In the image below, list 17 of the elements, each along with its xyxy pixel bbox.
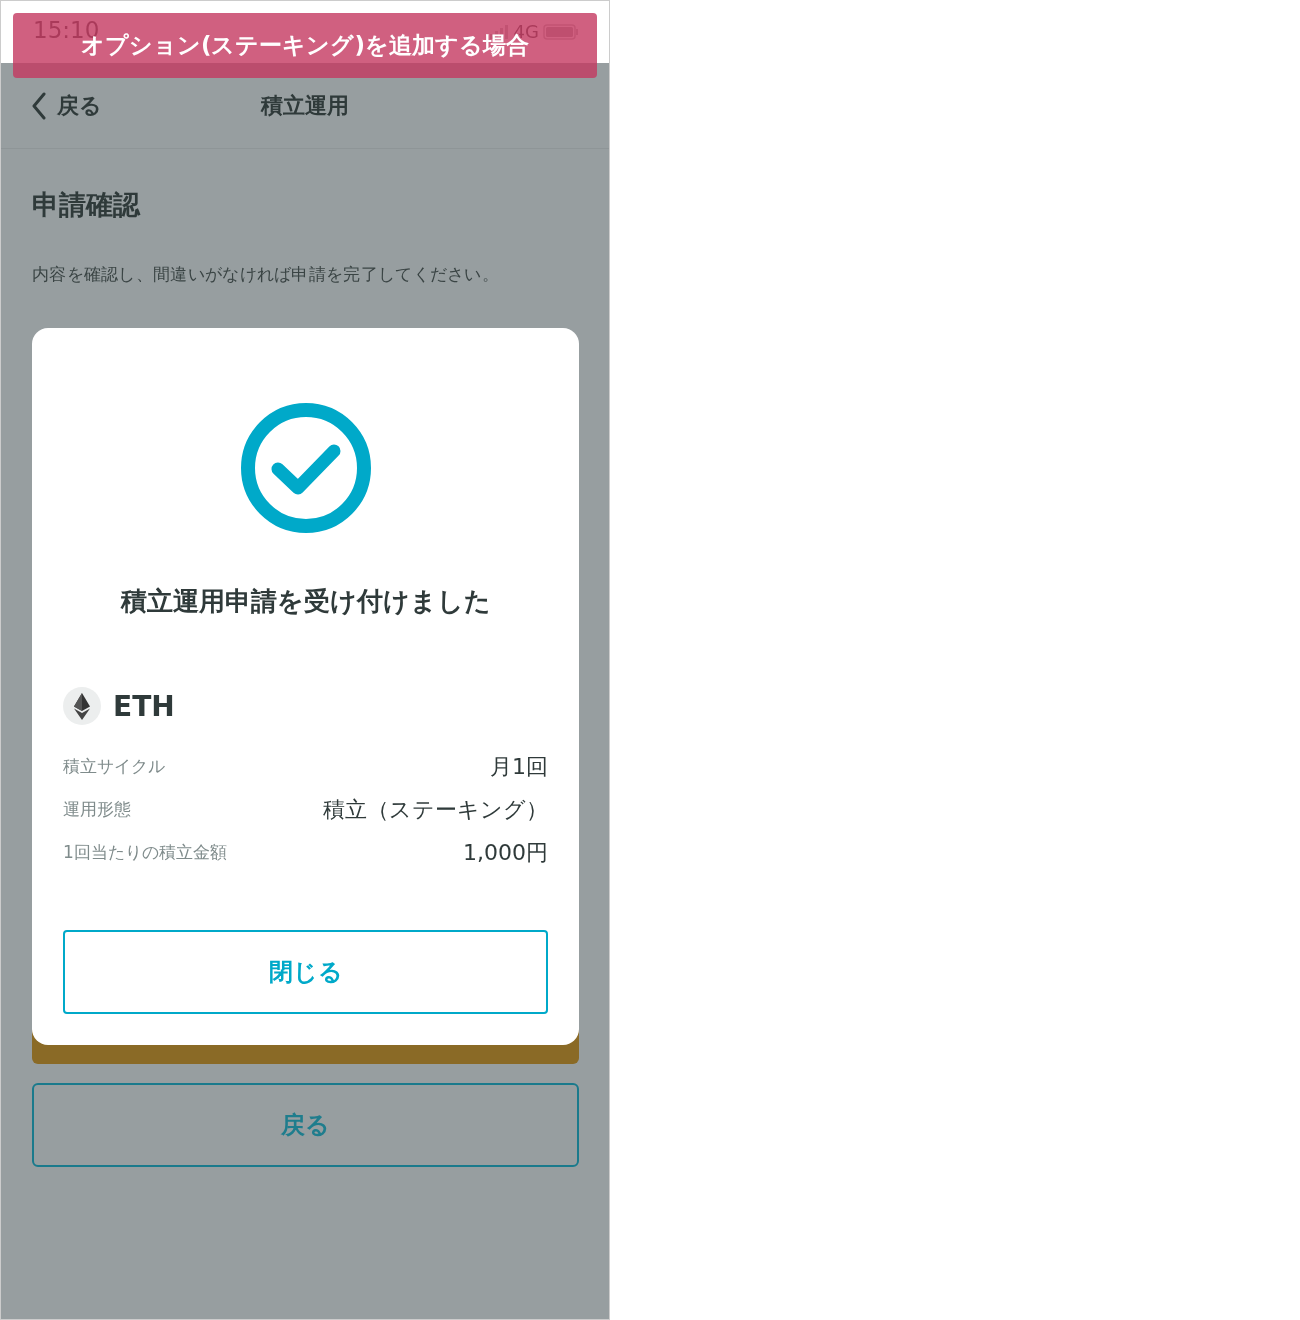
page-description: 内容を確認し、間違いがなければ申請を完了してください。 bbox=[32, 263, 501, 286]
detail-value: 積立（ステーキング） bbox=[323, 795, 548, 824]
page-heading: 申請確認 bbox=[32, 188, 142, 222]
screen-title: 積立運用 bbox=[261, 91, 349, 120]
detail-label: 1回当たりの積立金額 bbox=[63, 841, 227, 864]
dialog-title: 積立運用申請を受け付けました bbox=[119, 585, 492, 618]
detail-label: 積立サイクル bbox=[63, 755, 165, 778]
detail-label: 運用形態 bbox=[63, 798, 131, 821]
back-button[interactable]: 戻る bbox=[32, 1083, 579, 1167]
back-link[interactable]: 戻る bbox=[1, 90, 102, 121]
coin-name: ETH bbox=[113, 689, 175, 723]
close-button[interactable]: 閉じる bbox=[63, 930, 548, 1014]
detail-value: 1,000円 bbox=[463, 838, 548, 867]
check-circle-icon bbox=[239, 402, 372, 534]
chevron-left-icon bbox=[31, 91, 47, 120]
ethereum-icon bbox=[63, 687, 101, 725]
detail-value: 月1回 bbox=[490, 752, 548, 781]
